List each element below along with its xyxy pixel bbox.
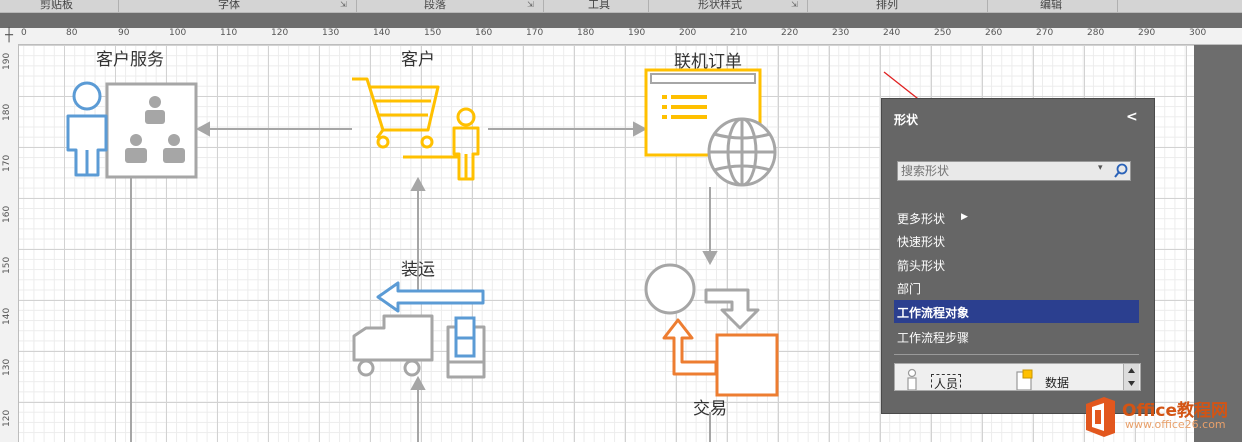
panel-item-department[interactable]: 部门	[897, 280, 921, 297]
dropdown-arrow-icon[interactable]: ▾	[1098, 163, 1103, 173]
panel-item-workflow-objects[interactable]: 工作流程对象	[897, 304, 969, 321]
online-order-icon[interactable]	[644, 68, 777, 187]
search-input[interactable]	[898, 162, 1100, 180]
shapes-panel: 形状 < ▾ 更多形状 ▶ 快速形状 箭头形状 部门 工作流程对象 工作流程步骤…	[881, 98, 1155, 414]
panel-divider	[894, 354, 1139, 355]
panel-item-arrow-shapes[interactable]: 箭头形状	[897, 257, 945, 274]
panel-item-workflow-steps[interactable]: 工作流程步骤	[897, 329, 969, 346]
customer-service-icon[interactable]	[66, 81, 198, 179]
connector-customer-to-order[interactable]	[488, 121, 648, 137]
shapes-panel-title: 形状	[894, 113, 919, 127]
stencil-label-data[interactable]: 数据	[1045, 374, 1069, 390]
connector-order-to-transaction[interactable]	[702, 187, 718, 266]
label-shipping: 装运	[401, 260, 435, 280]
watermark-url: www.office26.com	[1125, 418, 1226, 431]
watermark: Office教程网 www.office26.com	[1078, 394, 1242, 442]
shipping-icon[interactable]	[352, 281, 486, 379]
connector-customer-to-service[interactable]	[195, 121, 352, 137]
person-shape-icon[interactable]	[905, 368, 919, 390]
data-shape-icon[interactable]	[1015, 368, 1035, 390]
customer-icon[interactable]	[352, 77, 480, 181]
label-customer-service: 客户服务	[96, 50, 164, 70]
scroll-down-icon[interactable]	[1124, 377, 1139, 390]
search-shapes-box[interactable]: ▾	[897, 161, 1131, 181]
connector-bottom-to-shipping[interactable]	[410, 375, 426, 442]
stencil-shapes-area[interactable]: 人员 数据	[894, 363, 1141, 391]
chevron-left-icon[interactable]: <	[1126, 109, 1138, 125]
panel-item-more-shapes[interactable]: 更多形状	[897, 210, 945, 227]
chevron-right-icon[interactable]: ▶	[961, 212, 968, 222]
transaction-icon[interactable]	[644, 263, 779, 397]
scroll-up-icon[interactable]	[1124, 364, 1139, 377]
label-customer: 客户	[401, 50, 435, 70]
label-online-order: 联机订单	[674, 52, 742, 72]
stencil-label-person[interactable]: 人员	[931, 374, 962, 390]
panel-item-quick-shapes[interactable]: 快速形状	[897, 233, 945, 250]
office-logo-icon	[1086, 397, 1115, 437]
search-icon[interactable]	[1112, 162, 1130, 180]
stencil-scrollbar[interactable]	[1123, 364, 1139, 390]
label-transaction: 交易	[693, 399, 727, 419]
